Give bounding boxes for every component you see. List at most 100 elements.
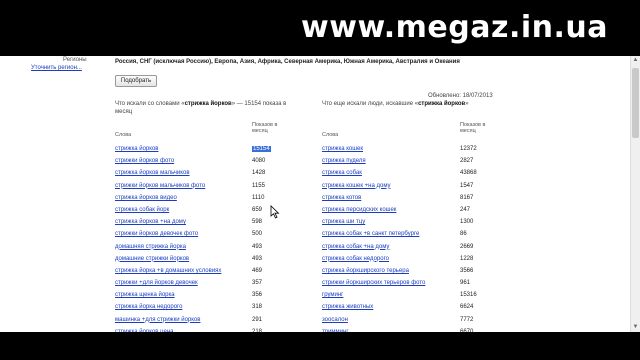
impressions-count: 291 <box>252 316 263 323</box>
impressions-count: 4080 <box>252 158 266 165</box>
impressions-count: 8167 <box>460 194 474 201</box>
keyword-link[interactable]: груминг <box>322 292 343 298</box>
table-row: груминг 15316 <box>322 290 502 302</box>
table-row: стрижки йорков фото 4080 <box>115 156 290 168</box>
table-row: стрижка йорка недорого 318 <box>115 302 290 314</box>
table-row: домашняя стрижка йорка 493 <box>115 242 290 254</box>
keyword-link[interactable]: стрижка собак <box>322 170 362 176</box>
keyword-link[interactable]: машинка +для стрижки йорков <box>115 317 200 323</box>
keyword-link[interactable]: зоосалон <box>322 317 348 323</box>
table-row: стрижка пуделя 2827 <box>322 156 502 168</box>
impressions-count: 356 <box>252 292 263 299</box>
keyword-link[interactable]: стрижка йорков +на дому <box>115 219 186 225</box>
table-row: стрижка щенка йорка 356 <box>115 290 290 302</box>
impressions-count: 500 <box>252 231 263 238</box>
table-row: стрижка животных 6624 <box>322 302 502 314</box>
keyword-link[interactable]: стрижка собак +на дому <box>322 244 389 250</box>
impressions-count: 6624 <box>460 304 474 311</box>
keyword-link[interactable]: стрижка кошек <box>322 146 363 152</box>
left-rows: стрижка йорков 15154 стрижки йорков фото 40… <box>115 144 290 332</box>
impressions-count: 3566 <box>460 267 474 274</box>
impressions-count: 318 <box>252 304 263 311</box>
keyword-link[interactable]: стрижка йорка +в домашних условиях <box>115 268 221 274</box>
impressions-count: 659 <box>252 206 263 213</box>
left-header-shows: Показов в месяц <box>252 122 278 134</box>
keyword-link[interactable]: стрижка собак йорк <box>115 207 169 213</box>
impressions-count: 43868 <box>460 170 477 177</box>
keyword-link[interactable]: стрижки йоркширских терьеров фото <box>322 280 425 286</box>
scroll-thumb[interactable] <box>632 68 639 138</box>
keyword-link[interactable]: стрижка йорков <box>115 146 158 152</box>
table-row: стрижка йорков +на дому 598 <box>115 217 290 229</box>
table-row: стрижка собак 43868 <box>322 168 502 180</box>
impressions-count: 2827 <box>460 158 474 165</box>
specify-region-link[interactable]: Уточнить регион... <box>31 65 82 71</box>
keyword-link[interactable]: стрижки йорков фото <box>115 158 174 164</box>
table-row: стрижка кошек 12372 <box>322 144 502 156</box>
wordstat-page: Регионы Уточнить регион... Россия, СНГ (… <box>0 56 640 332</box>
keyword-link[interactable]: стрижка йоркширского терьера <box>322 268 409 274</box>
keyword-link[interactable]: стрижки йорков мальчиков фото <box>115 183 205 189</box>
table-row: стрижка собак йорк 659 <box>115 205 290 217</box>
table-row: стрижка котов 8167 <box>322 193 502 205</box>
right-rows: стрижка кошек 12372 стрижка пуделя 2827 стри… <box>322 144 502 332</box>
keyword-link[interactable]: стрижка йорка недорого <box>115 304 182 310</box>
left-caption-query: стрижка йорков <box>184 101 232 107</box>
impressions-count: 1547 <box>460 182 474 189</box>
table-row: домашние стрижки йорков 493 <box>115 254 290 266</box>
keyword-link[interactable]: стрижка ши тцу <box>322 219 365 225</box>
keyword-link[interactable]: стрижка собак +в санкт петербурге <box>322 231 419 237</box>
regions-label: Регионы <box>63 57 87 63</box>
impressions-count: 247 <box>460 206 471 213</box>
table-row: стрижка кошек +на дому 1547 <box>322 181 502 193</box>
right-header-words: Слова <box>322 132 339 138</box>
scroll-up-icon[interactable]: ▲ <box>631 56 640 65</box>
table-row: машинка +для стрижки йорков 291 <box>115 315 290 327</box>
keyword-link[interactable]: стрижка щенка йорка <box>115 292 175 298</box>
right-caption-post: » <box>465 101 469 107</box>
table-row: стрижка собак недорого 1228 <box>322 254 502 266</box>
watermark-text: www.megaz.in.ua <box>301 10 608 45</box>
right-caption: Что еще искали люди, искавшие «стрижка й… <box>322 100 502 118</box>
keyword-link[interactable]: стрижка собак недорого <box>322 256 389 262</box>
table-row: стрижки йорков мальчиков фото 1155 <box>115 181 290 193</box>
keyword-link[interactable]: стрижка животных <box>322 304 373 310</box>
keyword-link[interactable]: домашние стрижки йорков <box>115 256 189 262</box>
table-row: стрижка собак +на дому 2669 <box>322 242 502 254</box>
impressions-count: 493 <box>252 255 263 262</box>
right-header-shows: Показов в месяц <box>460 122 486 134</box>
left-table-header: Слова Показов в месяц <box>115 122 290 144</box>
keyword-link[interactable]: домашняя стрижка йорка <box>115 244 186 250</box>
impressions-count: 1155 <box>252 182 265 189</box>
table-row: стрижка йорков 15154 <box>115 144 290 156</box>
keyword-link[interactable]: стрижка пуделя <box>322 158 366 164</box>
keyword-link[interactable]: стрижки йорков девочек фото <box>115 231 198 237</box>
impressions-count: 493 <box>252 243 263 250</box>
table-row: стрижки йорков девочек фото 500 <box>115 229 290 241</box>
scroll-down-icon[interactable]: ▼ <box>631 323 640 332</box>
left-caption: Что искали со словами «стрижка йорков» —… <box>115 100 290 118</box>
keyword-link[interactable]: стрижки +для йорков девочек <box>115 280 198 286</box>
impressions-count: 15316 <box>460 292 477 299</box>
page-scrollbar[interactable]: ▲ ▼ <box>630 56 640 332</box>
left-header-words: Слова <box>115 132 132 138</box>
right-table-header: Слова Показов в месяц <box>322 122 502 144</box>
impressions-count: 357 <box>252 280 263 287</box>
right-results-column: Что еще искали люди, искавшие «стрижка й… <box>322 100 502 332</box>
keyword-link[interactable]: стрижка йорков мальчиков <box>115 170 190 176</box>
updated-date: Обновлено: 18/07/2013 <box>428 93 493 99</box>
left-caption-pre: Что искали со словами « <box>115 101 185 107</box>
keyword-link[interactable]: стрижка котов <box>322 195 361 201</box>
pick-button[interactable]: Подобрать <box>115 75 157 87</box>
table-row: стрижка собак +в санкт петербурге 86 <box>322 229 502 241</box>
keyword-link[interactable]: стрижка кошек +на дому <box>322 183 391 189</box>
keyword-link[interactable]: стрижка йорков видео <box>115 195 177 201</box>
mouse-cursor-icon <box>270 205 280 219</box>
table-row: стрижка йорка +в домашних условиях 469 <box>115 266 290 278</box>
impressions-count: 86 <box>460 231 467 238</box>
impressions-count: 1110 <box>252 194 265 201</box>
table-row: стрижка йорков мальчиков 1428 <box>115 168 290 180</box>
impressions-count: 1300 <box>460 219 474 226</box>
keyword-link[interactable]: стрижка персидских кошек <box>322 207 396 213</box>
table-row: стрижки +для йорков девочек 357 <box>115 278 290 290</box>
